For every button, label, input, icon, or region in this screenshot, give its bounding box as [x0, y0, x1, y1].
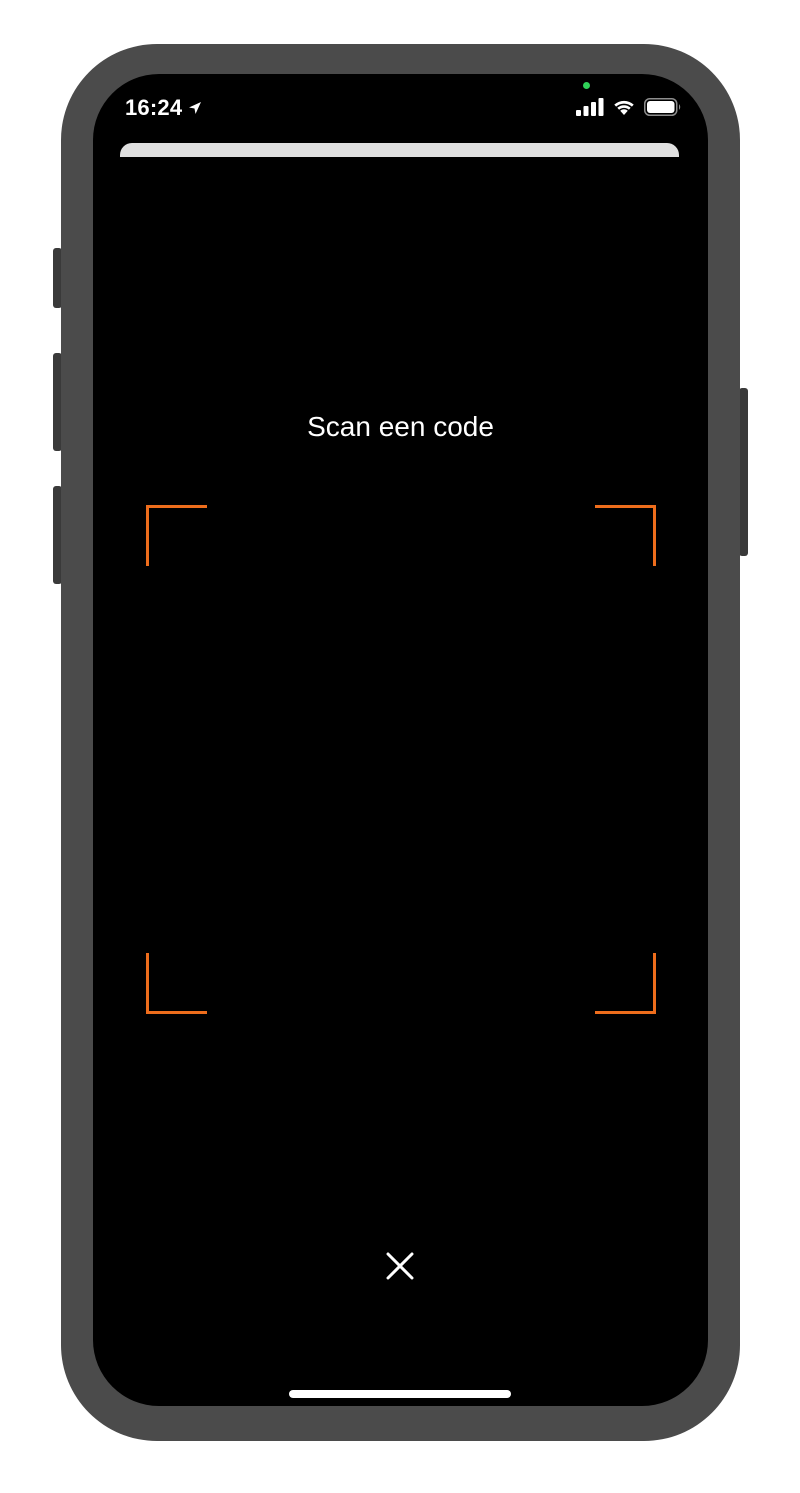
camera-in-use-indicator [583, 82, 590, 89]
screen: 16:24 Scan een code [93, 74, 708, 1406]
location-arrow-icon [189, 102, 202, 114]
battery-icon [644, 98, 681, 116]
scan-title: Scan een code [307, 411, 494, 442]
viewfinder-corner-bottom-left [146, 953, 207, 1014]
sheet-mask [120, 157, 679, 167]
stage: 16:24 Scan een code [0, 0, 800, 1493]
power-button [739, 388, 748, 556]
close-icon [386, 1252, 414, 1280]
status-time-group: 16:24 [125, 95, 202, 121]
status-time: 16:24 [125, 95, 183, 120]
viewfinder-corner-top-left [146, 505, 207, 566]
status-icons [576, 98, 682, 116]
home-indicator[interactable] [289, 1390, 511, 1398]
viewfinder-corner-top-right [595, 505, 656, 566]
viewfinder-corner-bottom-right [595, 953, 656, 1014]
wifi-icon [614, 100, 634, 115]
cellular-signal-icon [576, 98, 604, 116]
close-button[interactable] [380, 1246, 420, 1286]
